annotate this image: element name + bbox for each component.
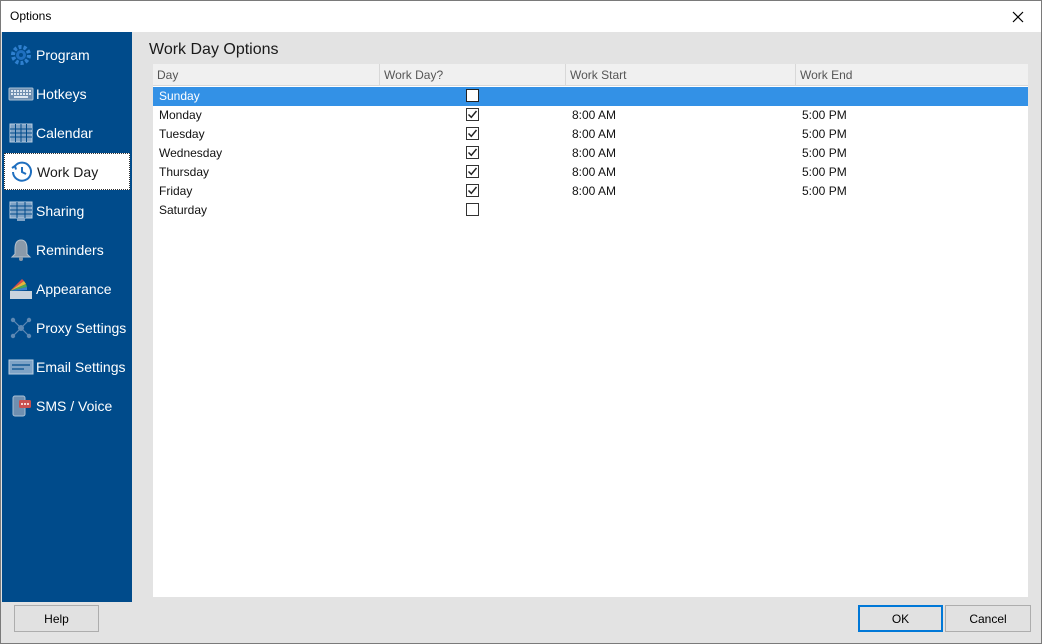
column-header-work-end[interactable]: Work End — [796, 64, 1028, 86]
sidebar-item-label: Sharing — [36, 202, 85, 219]
sidebar-item-program[interactable]: Program — [4, 36, 130, 73]
sidebar-item-sharing[interactable]: Sharing — [4, 192, 130, 229]
gear-icon — [8, 42, 34, 68]
keyboard-icon — [8, 81, 34, 107]
sidebar-item-label: Calendar — [36, 124, 93, 141]
column-header-work-day[interactable]: Work Day? — [380, 64, 566, 86]
work-end-cell[interactable]: 5:00 PM — [802, 163, 847, 182]
sidebar-item-proxy-settings[interactable]: Proxy Settings — [4, 309, 130, 346]
sidebar-item-sms-voice[interactable]: SMS / Voice — [4, 387, 130, 424]
calendar-icon — [8, 120, 34, 146]
help-button[interactable]: Help — [14, 605, 99, 632]
work-end-cell[interactable]: 5:00 PM — [802, 144, 847, 163]
sidebar-item-label: Email Settings — [36, 358, 126, 375]
column-header-day[interactable]: Day — [153, 64, 380, 86]
work-day-checkbox[interactable] — [466, 203, 479, 216]
sidebar-item-label: Proxy Settings — [36, 319, 127, 336]
checkmark-icon — [467, 148, 478, 157]
day-cell: Tuesday — [159, 127, 205, 141]
day-cell: Wednesday — [159, 146, 223, 160]
work-day-checkbox[interactable] — [466, 146, 479, 159]
day-cell: Thursday — [159, 165, 210, 179]
checkmark-icon — [467, 129, 478, 138]
table-row-monday[interactable]: Monday 8:00 AM 5:00 PM — [153, 106, 1028, 125]
work-end-cell[interactable]: 5:00 PM — [802, 182, 847, 201]
column-header-work-start[interactable]: Work Start — [566, 64, 796, 86]
work-end-cell[interactable]: 5:00 PM — [802, 106, 847, 125]
sidebar-item-label: Hotkeys — [36, 85, 87, 102]
work-day-checkbox[interactable] — [466, 108, 479, 121]
table-row-tuesday[interactable]: Tuesday 8:00 AM 5:00 PM — [153, 125, 1028, 144]
cancel-button[interactable]: Cancel — [945, 605, 1031, 632]
work-start-cell[interactable]: 8:00 AM — [572, 144, 616, 163]
work-start-cell[interactable]: 8:00 AM — [572, 106, 616, 125]
window-title: Options — [10, 9, 52, 23]
work-day-checkbox[interactable] — [466, 165, 479, 178]
sidebar-item-calendar[interactable]: Calendar — [4, 114, 130, 151]
palette-icon — [8, 276, 34, 302]
work-start-cell[interactable]: 8:00 AM — [572, 182, 616, 201]
sidebar-item-label: Work Day — [37, 163, 99, 180]
work-start-cell[interactable]: 8:00 AM — [572, 163, 616, 182]
close-button[interactable] — [995, 1, 1041, 32]
grid-header: Day Work Day? Work Start Work End — [153, 64, 1028, 86]
day-cell: Saturday — [159, 203, 208, 217]
sidebar-item-hotkeys[interactable]: Hotkeys — [4, 75, 130, 112]
clock-icon — [9, 159, 35, 185]
sidebar-item-appearance[interactable]: Appearance — [4, 270, 130, 307]
sidebar-item-label: Program — [36, 46, 90, 63]
checkmark-icon — [467, 110, 478, 119]
work-day-checkbox[interactable] — [466, 127, 479, 140]
sidebar-item-reminders[interactable]: Reminders — [4, 231, 130, 268]
sidebar: Program Hotkeys Calendar Work Day Sharin… — [2, 32, 132, 602]
table-row-friday[interactable]: Friday 8:00 AM 5:00 PM — [153, 182, 1028, 201]
options-window: Options Program Hotkeys Calendar Work Da… — [0, 0, 1042, 644]
sidebar-item-work-day[interactable]: Work Day — [4, 153, 130, 190]
sidebar-item-label: Appearance — [36, 280, 112, 297]
day-cell: Sunday — [159, 89, 200, 103]
checkmark-icon — [467, 186, 478, 195]
bell-icon — [8, 237, 34, 263]
page-title: Work Day Options — [149, 41, 279, 58]
network-icon — [8, 315, 34, 341]
work-day-grid: Day Work Day? Work Start Work End Sunday… — [153, 64, 1028, 597]
table-row-sunday[interactable]: Sunday — [153, 87, 1028, 106]
email-icon — [8, 354, 34, 380]
sidebar-item-email-settings[interactable]: Email Settings — [4, 348, 130, 385]
table-row-wednesday[interactable]: Wednesday 8:00 AM 5:00 PM — [153, 144, 1028, 163]
close-icon — [1012, 11, 1024, 22]
work-day-checkbox[interactable] — [466, 89, 479, 102]
table-row-thursday[interactable]: Thursday 8:00 AM 5:00 PM — [153, 163, 1028, 182]
work-start-cell[interactable]: 8:00 AM — [572, 125, 616, 144]
day-cell: Friday — [159, 184, 193, 198]
title-bar: Options — [1, 1, 1041, 32]
table-row-saturday[interactable]: Saturday — [153, 201, 1028, 220]
phone-icon — [8, 393, 34, 419]
day-cell: Monday — [159, 108, 202, 122]
sidebar-item-label: Reminders — [36, 241, 104, 258]
work-end-cell[interactable]: 5:00 PM — [802, 125, 847, 144]
sharing-icon — [8, 198, 34, 224]
work-day-checkbox[interactable] — [466, 184, 479, 197]
sidebar-item-label: SMS / Voice — [36, 397, 113, 414]
checkmark-icon — [467, 167, 478, 176]
ok-button[interactable]: OK — [858, 605, 943, 632]
